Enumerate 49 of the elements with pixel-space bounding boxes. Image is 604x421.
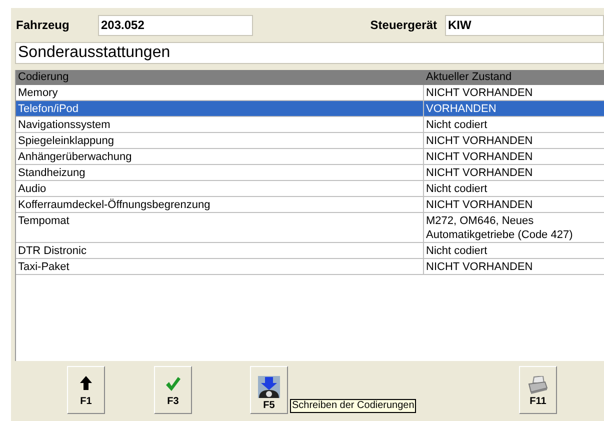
section-title: Sonderausstattungen (15, 42, 604, 64)
table-row[interactable]: Spiegeleinklappung NICHT VORHANDEN (16, 133, 604, 149)
function-key-button[interactable]: F5 (250, 366, 288, 414)
field-label: Fahrzeug (15, 17, 70, 34)
table-cell: DTR Distronic (16, 243, 424, 258)
table-cell-text: NICHT VORHANDEN (425, 166, 534, 180)
vehicle-field[interactable]: 203.052 (98, 14, 253, 36)
table-row[interactable]: Standheizung NICHT VORHANDEN (16, 165, 604, 181)
table-cell: Anhängerüberwachung (16, 149, 424, 164)
download-device-icon (258, 376, 280, 398)
table-cell: Standheizung (16, 165, 424, 180)
table-cell: Telefon/iPod (16, 101, 424, 116)
table-cell-text: Nicht codiert (425, 182, 488, 196)
table-cell: Kofferraumdeckel-Öffnungsbegrenzung (16, 197, 424, 212)
table-row[interactable]: Tempomat M272, OM646, Neues Automatikgetriebe (Code 427) (16, 213, 604, 243)
table-cell: Navigationssystem (16, 117, 424, 132)
table-cell: Audio (16, 181, 424, 196)
table-cell-text: Nicht codiert (425, 244, 488, 258)
table-row[interactable]: Kofferraumdeckel-Öffnungsbegrenzung NICHT VORHANDEN (16, 197, 604, 213)
table-cell-text: VORHANDEN (425, 102, 498, 116)
table-row[interactable]: DTR Distronic Nicht codiert (16, 243, 604, 259)
table-row[interactable]: Memory NICHT VORHANDEN (16, 85, 604, 101)
table-cell-text: NICHT VORHANDEN (425, 260, 534, 274)
function-key-button[interactable]: F11 (519, 366, 557, 414)
table-cell: Spiegeleinklappung (16, 133, 424, 148)
column-header[interactable]: Codierung (16, 70, 424, 85)
table-cell: Taxi-Paket (16, 259, 424, 274)
table-row[interactable]: Taxi-Paket NICHT VORHANDEN (16, 259, 604, 275)
table-cell-text: NICHT VORHANDEN (425, 134, 534, 148)
function-key-button[interactable]: F1 (67, 366, 105, 414)
table-cell-text: Nicht codiert (425, 118, 488, 132)
up-arrow-icon (80, 376, 92, 390)
field-label: Steuergerät (370, 17, 437, 34)
control-unit-field[interactable]: KIW (445, 14, 604, 36)
table-row[interactable]: Audio Nicht codiert (16, 181, 604, 197)
table-cell: Memory (16, 85, 424, 100)
tooltip: Schreiben der Codierungen (290, 399, 416, 413)
table-row[interactable]: Navigationssystem Nicht codiert (16, 117, 604, 133)
table-cell-text: M272, OM646, Neues Automatikgetriebe (Code 427) (425, 214, 574, 242)
check-icon (165, 376, 181, 392)
table-row[interactable]: Telefon/iPod VORHANDEN (16, 101, 604, 117)
table-row[interactable]: Anhängerüberwachung NICHT VORHANDEN (16, 149, 604, 165)
column-header[interactable]: Aktueller Zustand (424, 70, 604, 85)
function-key-button[interactable]: F3 (154, 366, 192, 414)
table-cell: Tempomat (16, 213, 424, 242)
table-cell-text: NICHT VORHANDEN (425, 198, 534, 212)
table-cell-text: NICHT VORHANDEN (425, 86, 534, 100)
printer-icon (528, 376, 548, 394)
table-cell-text: NICHT VORHANDEN (425, 150, 534, 164)
